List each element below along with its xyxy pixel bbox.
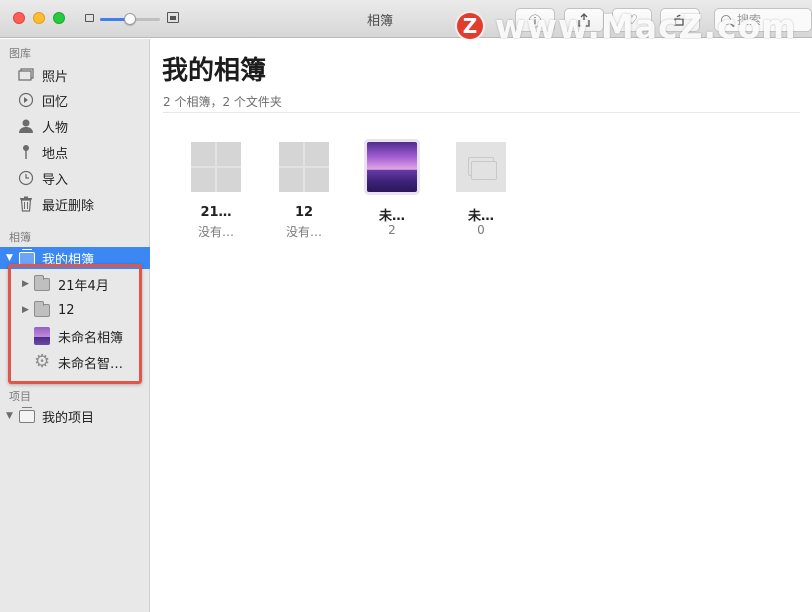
search-input[interactable] <box>737 12 807 28</box>
search-icon <box>721 15 731 25</box>
favorite-button[interactable]: ♡ <box>612 8 652 32</box>
tile-name: 21… <box>200 205 232 220</box>
rotate-button[interactable] <box>660 8 700 32</box>
tile-count: 2 <box>388 223 396 237</box>
imports-icon <box>18 170 34 186</box>
folder-thumbnail <box>191 142 241 192</box>
tile-name: 未… <box>378 209 405 224</box>
sidebar-item-label: 照片 <box>42 69 69 85</box>
sidebar-item-imports[interactable]: 导入 <box>0 167 150 189</box>
people-icon <box>18 118 34 134</box>
info-button[interactable]: ⓘ <box>515 8 555 32</box>
folder-thumbnail <box>279 142 329 192</box>
photos-icon <box>18 67 34 83</box>
tile-count: 没有… <box>197 225 234 239</box>
search-field[interactable] <box>714 8 812 32</box>
disclosure-triangle-expanded-icon[interactable]: ▼ <box>6 253 13 263</box>
projects-section-label: 项目 <box>9 390 31 403</box>
library-section-label: 图库 <box>9 47 31 60</box>
trash-icon <box>18 196 34 212</box>
page-subtitle: 2 个相簿，2 个文件夹 <box>163 95 282 109</box>
heart-icon: ♡ <box>626 12 638 28</box>
tile-name: 12 <box>294 205 314 220</box>
sidebar-item-people[interactable]: 人物 <box>0 115 150 137</box>
main-content: 我的相簿 2 个相簿，2 个文件夹 21… 没有… 12 没有… 未… 2 未…… <box>151 39 812 612</box>
tile-count: 没有… <box>285 225 322 239</box>
album-photo-thumbnail <box>367 142 417 192</box>
sidebar-item-label: 地点 <box>42 146 69 162</box>
page-title: 我的相簿 <box>162 56 267 86</box>
share-icon <box>578 13 590 27</box>
sidebar-item-photos[interactable]: 照片 <box>0 64 150 86</box>
sidebar-item-recently-deleted[interactable]: 最近删除 <box>0 193 150 215</box>
sidebar-item-label: 我的项目 <box>42 410 95 426</box>
sidebar-item-memories[interactable]: 回忆 <box>0 89 150 111</box>
project-stack-icon <box>19 406 35 424</box>
sidebar-item-places[interactable]: 地点 <box>0 141 150 163</box>
sidebar-item-label: 回忆 <box>42 94 69 110</box>
red-highlight-box <box>8 264 142 384</box>
places-icon <box>18 144 34 160</box>
share-button[interactable] <box>564 8 604 32</box>
sidebar-item-label: 最近删除 <box>42 198 95 214</box>
title-bar: 相簿 ⓘ ♡ <box>0 0 812 38</box>
tile-count: 0 <box>477 223 485 237</box>
disclosure-triangle-expanded-icon[interactable]: ▼ <box>6 411 13 421</box>
sidebar-item-my-projects[interactable]: ▼ 我的项目 <box>0 405 150 427</box>
sidebar: 图库 照片 回忆 人物 地点 导入 最近删除 相簿 ▼ 我的相簿 ▶ 21年4月… <box>0 39 150 612</box>
smart-album-thumbnail <box>456 142 506 192</box>
albums-section-label: 相簿 <box>9 231 31 244</box>
header-divider <box>163 112 800 113</box>
rotate-icon <box>674 14 685 26</box>
sidebar-item-label: 导入 <box>42 172 69 188</box>
info-icon: ⓘ <box>528 14 542 30</box>
tile-name: 未… <box>467 209 494 224</box>
memories-icon <box>18 92 34 108</box>
sidebar-item-label: 人物 <box>42 120 69 136</box>
